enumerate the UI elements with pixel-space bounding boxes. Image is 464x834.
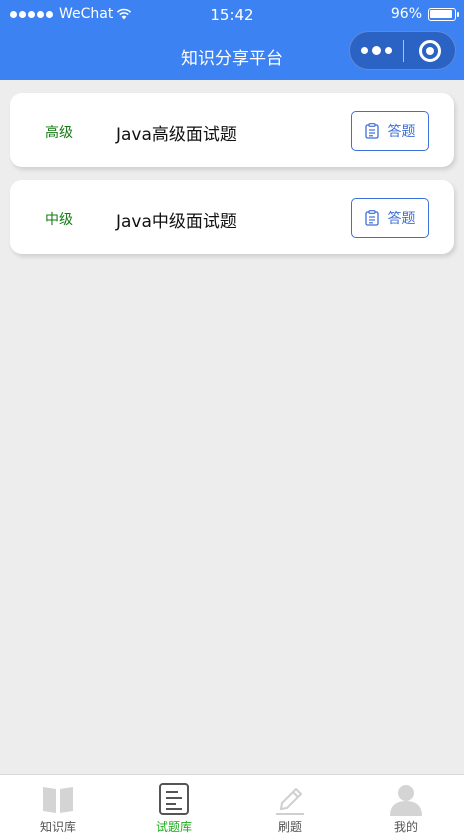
tab-profile[interactable]: 我的 — [348, 775, 464, 834]
battery-percent: 96% — [390, 6, 422, 22]
book-icon — [43, 787, 73, 813]
tab-question-bank[interactable]: 试题库 — [116, 775, 232, 834]
more-menu-icon[interactable] — [350, 46, 403, 55]
question-level: 中级 — [45, 212, 73, 228]
tab-knowledge-base[interactable]: 知识库 — [0, 775, 116, 834]
pencil-icon — [276, 787, 304, 815]
close-mini-program-button[interactable] — [404, 39, 455, 62]
answer-button[interactable]: 答题 — [351, 198, 429, 238]
question-card-senior: 高级 Java高级面试题 答题 — [10, 93, 454, 167]
tab-bar: 知识库 试题库 刷题 我的 — [0, 774, 464, 834]
clipboard-icon — [364, 210, 379, 226]
tab-label: 知识库 — [39, 820, 76, 834]
answer-button-label: 答题 — [387, 124, 416, 140]
mini-program-capsule — [349, 31, 456, 70]
status-bar: WeChat 15:42 96% — [0, 0, 464, 28]
battery-icon — [428, 7, 459, 21]
tab-label: 试题库 — [155, 820, 192, 834]
person-icon — [390, 785, 422, 816]
status-right: 96% — [390, 6, 459, 22]
target-icon — [418, 39, 441, 62]
question-level: 高级 — [45, 125, 73, 141]
question-card-intermediate: 中级 Java中级面试题 答题 — [10, 180, 454, 254]
answer-button-label: 答题 — [387, 211, 416, 227]
question-title: Java中级面试题 — [116, 212, 237, 232]
clipboard-icon — [364, 123, 379, 139]
tab-label: 刷题 — [277, 820, 302, 834]
document-icon — [159, 783, 189, 815]
answer-button[interactable]: 答题 — [351, 111, 429, 151]
top-bar: WeChat 15:42 96% 知识分享平台 — [0, 0, 464, 80]
tab-label: 我的 — [393, 820, 418, 834]
question-title: Java高级面试题 — [116, 125, 237, 145]
tab-practice[interactable]: 刷题 — [232, 775, 348, 834]
